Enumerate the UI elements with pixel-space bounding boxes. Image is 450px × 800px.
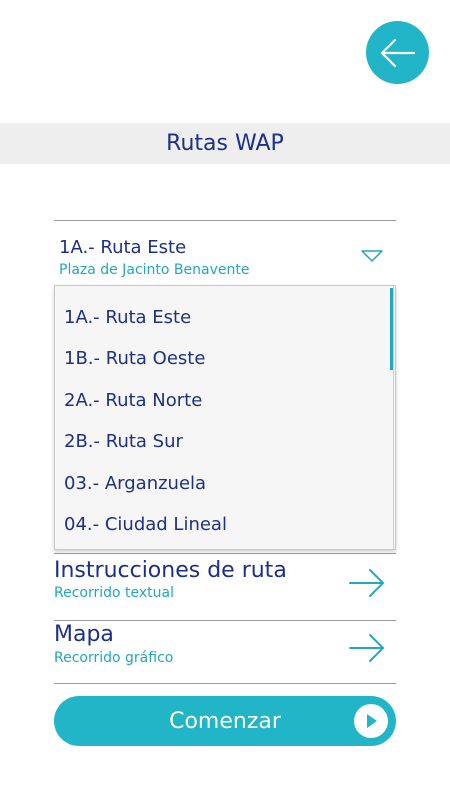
map-row[interactable]: Mapa Recorrido gráfico <box>54 621 396 683</box>
scrollbar[interactable] <box>390 288 393 370</box>
arrow-right-icon <box>349 634 384 662</box>
arrow-right-icon <box>349 569 384 597</box>
start-button[interactable]: Comenzar <box>54 696 396 746</box>
dropdown-option[interactable]: 2A.- Ruta Norte <box>64 390 202 411</box>
dropdown-option[interactable]: 04.- Ciudad Lineal <box>64 514 227 535</box>
back-button[interactable] <box>366 21 429 84</box>
scroll-track <box>393 286 394 549</box>
selected-route-subtitle: Plaza de Jacinto Benavente <box>59 262 250 278</box>
selected-route-title: 1A.- Ruta Este <box>59 237 187 258</box>
route-selector[interactable]: 1A.- Ruta Este Plaza de Jacinto Benavent… <box>54 221 396 283</box>
dropdown-option[interactable]: 2B.- Ruta Sur <box>64 431 183 452</box>
instructions-subtitle: Recorrido textual <box>54 585 175 601</box>
map-subtitle: Recorrido gráfico <box>54 650 174 666</box>
dropdown-option[interactable]: 03.- Arganzuela <box>64 473 206 494</box>
dropdown-option[interactable]: 1A.- Ruta Este <box>64 307 191 328</box>
arrow-left-icon <box>380 38 415 67</box>
title-bar: Rutas WAP <box>0 123 450 164</box>
start-button-label: Comenzar <box>169 708 281 734</box>
page-title: Rutas WAP <box>166 131 284 156</box>
play-icon <box>354 704 388 738</box>
dropdown-option[interactable]: 1B.- Ruta Oeste <box>64 348 205 369</box>
route-dropdown-list[interactable]: 1A.- Ruta Este 1B.- Ruta Oeste 2A.- Ruta… <box>54 285 396 550</box>
instructions-title: Instrucciones de ruta <box>54 558 287 583</box>
instructions-row[interactable]: Instrucciones de ruta Recorrido textual <box>54 554 396 620</box>
map-title: Mapa <box>54 622 114 647</box>
divider <box>54 683 396 684</box>
triangle-down-icon <box>361 250 383 262</box>
